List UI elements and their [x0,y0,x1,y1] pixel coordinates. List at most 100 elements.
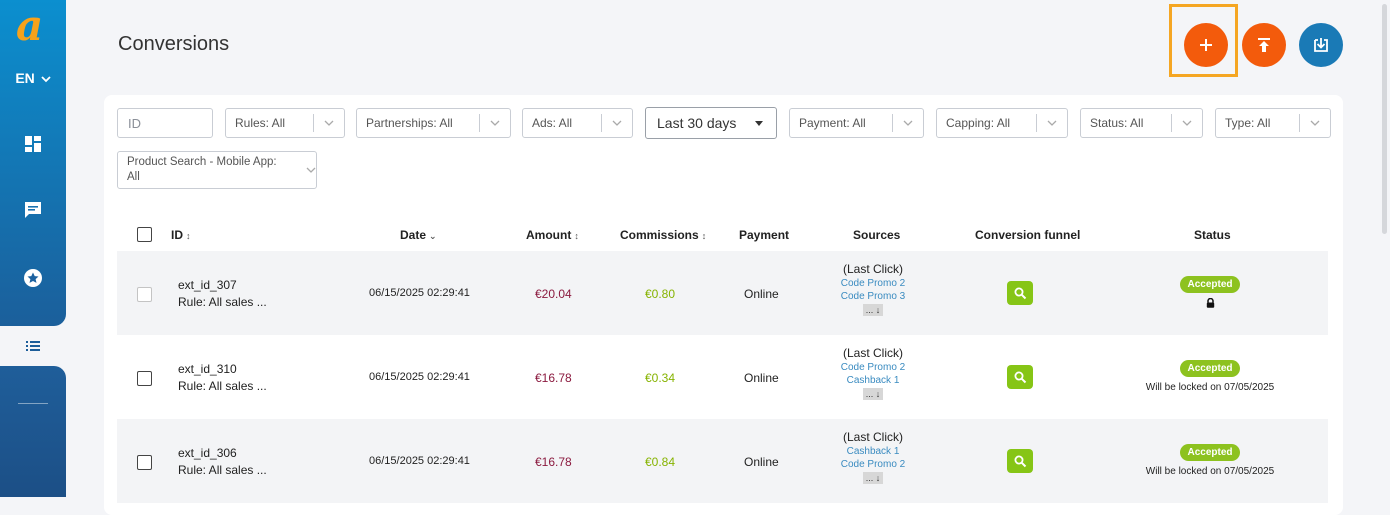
download-icon [1314,38,1328,52]
row-checkbox[interactable] [137,455,152,470]
sidebar-active-item[interactable] [0,326,66,366]
column-header-payment: Payment [739,228,790,242]
rules-filter[interactable]: Rules: All [225,108,345,138]
column-header-date-label: Date [400,228,427,242]
product-search-filter[interactable]: Product Search - Mobile App: All [117,151,317,189]
sort-desc-icon: ⌄ [429,231,437,241]
column-header-id-label: ID [171,228,183,242]
magnifier-icon [1014,455,1026,467]
source-link[interactable]: Cashback 1 [823,375,923,386]
row-checkbox[interactable] [137,287,152,302]
magnifier-icon [1014,371,1026,383]
chevron-down-icon [306,167,316,173]
show-more-sources-button[interactable]: ... ↓ [862,472,884,484]
row-rule: Rule: All sales ... [178,295,267,309]
product-search-label-line2: All [127,171,140,183]
source-link[interactable]: Code Promo 2 [823,459,923,470]
lock-date-note: Will be locked on 07/05/2025 [1145,466,1275,477]
chevron-down-icon [903,120,913,126]
sidebar-top-panel: a EN [0,0,66,326]
svg-text:a: a [16,6,43,46]
column-header-amount[interactable]: Amount ↕ [526,228,579,242]
column-header-sources: Sources [853,228,901,242]
rules-filter-label: Rules: All [235,116,286,130]
source-attribution: (Last Click) [842,430,903,444]
sort-icon: ↕ [701,231,707,241]
chevron-down-icon [41,76,51,83]
dashboard-icon[interactable] [21,132,45,156]
status-badge: Accepted [1180,360,1240,377]
table-row[interactable]: ext_id_307 Rule: All sales ... 06/15/202… [117,251,1328,335]
language-selector[interactable]: EN [0,70,66,86]
ads-filter-label: Ads: All [532,116,573,130]
column-header-conversion-funnel: Conversion funnel [975,228,1081,242]
row-payment: Online [744,455,779,469]
source-link[interactable]: Code Promo 2 [823,362,923,373]
magnifier-icon [1014,287,1026,299]
column-header-status: Status [1194,228,1231,242]
show-more-sources-button[interactable]: ... ↓ [862,388,884,400]
row-sources: (Last Click) Cashback 1 Code Promo 2 ...… [823,430,923,484]
sidebar-bottom-panel [0,366,66,497]
row-rule: Rule: All sales ... [178,379,267,393]
star-icon[interactable] [21,266,45,290]
row-date: 06/15/2025 02:29:41 [369,371,470,383]
chevron-down-icon [1182,120,1192,126]
lock-icon [1206,298,1214,308]
row-id-cell: ext_id_310 Rule: All sales ... [178,362,267,393]
list-icon[interactable] [21,334,45,358]
select-all-checkbox[interactable] [137,227,152,242]
capping-filter[interactable]: Capping: All [936,108,1068,138]
row-id: ext_id_310 [178,362,237,376]
conversion-funnel-button[interactable] [1007,281,1033,305]
status-filter[interactable]: Status: All [1080,108,1203,138]
row-amount: €16.78 [535,455,572,469]
row-id-cell: ext_id_307 Rule: All sales ... [178,278,267,309]
row-checkbox[interactable] [137,371,152,386]
export-button[interactable] [1242,23,1286,67]
sort-icon: ↕ [574,231,579,241]
table-row[interactable]: ext_id_310 Rule: All sales ... 06/15/202… [117,335,1328,419]
id-filter-input[interactable] [117,108,213,138]
page-title: Conversions [118,33,230,55]
row-sources: (Last Click) Code Promo 2 Code Promo 3 .… [823,262,923,316]
ads-filter[interactable]: Ads: All [522,108,633,138]
capping-filter-label: Capping: All [946,116,1011,130]
source-link[interactable]: Code Promo 2 [823,278,923,289]
conversion-funnel-button[interactable] [1007,449,1033,473]
chat-icon[interactable] [21,198,45,222]
payment-filter[interactable]: Payment: All [789,108,924,138]
affiliate-logo-icon[interactable]: a [14,6,52,46]
chevron-down-icon [612,120,622,126]
date-range-select[interactable]: Last 30 days [645,107,777,139]
add-conversion-button[interactable] [1184,23,1228,67]
row-rule: Rule: All sales ... [178,463,267,477]
row-sources: (Last Click) Code Promo 2 Cashback 1 ...… [823,346,923,400]
payment-filter-label: Payment: All [799,116,866,130]
plus-icon [1200,39,1212,51]
conversion-funnel-button[interactable] [1007,365,1033,389]
page-scrollbar[interactable] [1382,4,1387,234]
row-amount: €20.04 [535,287,572,301]
row-amount: €16.78 [535,371,572,385]
type-filter-label: Type: All [1225,116,1271,130]
partnerships-filter[interactable]: Partnerships: All [356,108,511,138]
row-id-cell: ext_id_306 Rule: All sales ... [178,446,267,477]
chevron-down-icon [490,120,500,126]
table-row[interactable]: ext_id_306 Rule: All sales ... 06/15/202… [117,419,1328,503]
caret-down-icon [755,120,763,126]
source-link[interactable]: Cashback 1 [823,446,923,457]
import-button[interactable] [1299,23,1343,67]
type-filter[interactable]: Type: All [1215,108,1331,138]
date-range-label: Last 30 days [657,115,737,131]
row-id: ext_id_306 [178,446,237,460]
row-status: Accepted Will be locked on 07/05/2025 [1110,444,1310,477]
column-header-commissions[interactable]: Commissions ↕ [620,228,706,242]
product-search-filter-label: Product Search - Mobile App: All [118,155,306,185]
source-link[interactable]: Code Promo 3 [823,291,923,302]
column-header-date[interactable]: Date ⌄ [400,228,437,242]
lock-date-note: Will be locked on 07/05/2025 [1145,382,1275,393]
column-header-id[interactable]: ID ↕ [171,228,191,242]
status-badge: Accepted [1180,276,1240,293]
show-more-sources-button[interactable]: ... ↓ [862,304,884,316]
